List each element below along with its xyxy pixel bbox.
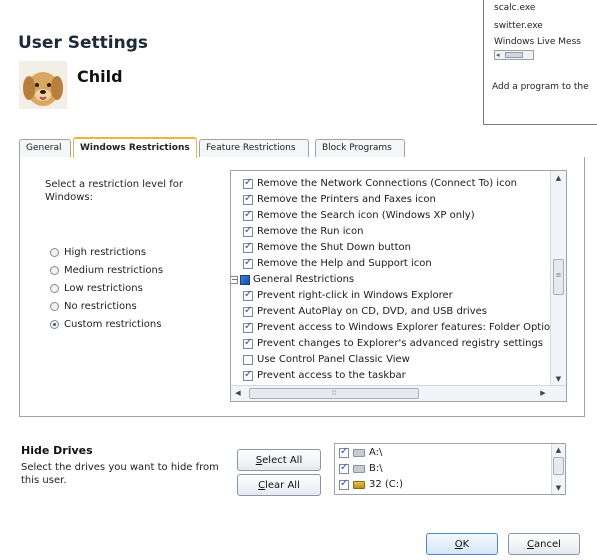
- item-label: Prevent access to the taskbar: [257, 370, 406, 381]
- ok-button[interactable]: OK: [426, 533, 498, 555]
- select-all-button[interactable]: Select All: [237, 449, 321, 471]
- tab-block-programs[interactable]: Block Programs: [315, 139, 405, 157]
- radio-dot[interactable]: [50, 302, 59, 311]
- item-checkbox[interactable]: [243, 355, 253, 365]
- tree-vertical-scrollbar[interactable]: ▲ ≡ ▼: [550, 171, 566, 386]
- drive-checkbox[interactable]: [339, 477, 349, 491]
- scroll-down-icon[interactable]: ▼: [551, 372, 566, 386]
- item-label: Remove the Network Connections (Connect …: [257, 178, 518, 189]
- drive-list-scrollbar[interactable]: ▲ ▼: [551, 444, 565, 494]
- collapse-icon[interactable]: −: [231, 276, 238, 284]
- background-window: scalc.exe switter.exe Windows Live Mess …: [483, 0, 597, 125]
- drive-label: 32 (C:): [369, 479, 404, 490]
- user-name: Child: [77, 67, 123, 86]
- item-checkbox[interactable]: [243, 208, 253, 222]
- item-label: Use Control Panel Classic View: [257, 354, 410, 365]
- item-checkbox[interactable]: [243, 368, 253, 382]
- item-checkbox[interactable]: [243, 304, 253, 318]
- bg-horizontal-scrollbar[interactable]: ◂: [494, 50, 534, 60]
- clear-all-label: lear All: [265, 480, 300, 491]
- drive-label: B:\: [369, 463, 383, 474]
- restriction-prompt: Select a restriction level for Windows:: [45, 179, 183, 203]
- item-label: Remove the Printers and Faxes icon: [257, 194, 436, 205]
- item-label: Prevent AutoPlay on CD, DVD, and USB dri…: [257, 306, 487, 317]
- tab-windows-restrictions[interactable]: Windows Restrictions: [73, 137, 197, 158]
- scroll-up-icon[interactable]: ▲: [552, 444, 565, 456]
- item-label: Remove the Help and Support icon: [257, 258, 432, 269]
- drive-list[interactable]: A:\ B:\ 32 (C:) ▲ ▼: [334, 443, 566, 495]
- cancel-accel: C: [527, 539, 535, 550]
- cancel-button[interactable]: Cancel: [508, 533, 580, 555]
- item-label: Remove the Shut Down button: [257, 242, 411, 253]
- radio-label: Medium restrictions: [64, 265, 164, 276]
- hard-drive-icon: [353, 481, 365, 489]
- radio-dot-selected[interactable]: [50, 320, 59, 329]
- restrictions-tree[interactable]: Remove the Network Connections (Connect …: [230, 170, 567, 402]
- select-all-label: elect All: [262, 455, 303, 466]
- item-checkbox[interactable]: [243, 320, 253, 334]
- scroll-left-icon[interactable]: ◀: [231, 386, 245, 401]
- item-checkbox[interactable]: [243, 224, 253, 238]
- scroll-thumb[interactable]: ≡: [553, 259, 564, 295]
- tree-horizontal-scrollbar[interactable]: ◀ ⦙⦙⦙ ▶: [231, 385, 566, 401]
- bg-list-item[interactable]: Windows Live Mess: [494, 37, 581, 47]
- item-checkbox[interactable]: [243, 256, 253, 270]
- group-label: General Restrictions: [253, 274, 355, 285]
- hide-drives-description: Select the drives you want to hide from …: [21, 462, 219, 486]
- group-folder-icon: [240, 275, 250, 285]
- item-checkbox[interactable]: [243, 176, 253, 190]
- radio-dot[interactable]: [50, 266, 59, 275]
- item-label: Remove the Search icon (Windows XP only): [257, 210, 475, 221]
- hide-drives-heading: Hide Drives: [21, 444, 93, 457]
- scroll-thumb[interactable]: ⦙⦙⦙: [249, 388, 419, 399]
- radio-label: No restrictions: [64, 301, 137, 312]
- item-label: Prevent right-click in Windows Explorer: [257, 290, 453, 301]
- bg-list-item[interactable]: switter.exe: [494, 21, 543, 31]
- item-label: Remove the Run icon: [257, 226, 364, 237]
- scroll-down-icon[interactable]: ▼: [552, 482, 565, 494]
- floppy-drive-icon: [353, 465, 365, 473]
- drive-checkbox[interactable]: [339, 461, 349, 475]
- floppy-drive-icon: [353, 449, 365, 457]
- scroll-thumb[interactable]: [553, 457, 564, 475]
- radio-label: High restrictions: [64, 247, 147, 258]
- item-checkbox[interactable]: [243, 240, 253, 254]
- tab-general[interactable]: General: [19, 139, 71, 157]
- drive-label: A:\: [369, 447, 383, 458]
- tab-strip: General Windows Restrictions Feature Res…: [19, 137, 449, 158]
- ok-accel: O: [454, 539, 463, 550]
- radio-label: Custom restrictions: [64, 319, 162, 330]
- dog-avatar: [19, 61, 67, 109]
- item-checkbox[interactable]: [243, 336, 253, 350]
- drive-checkbox[interactable]: [339, 445, 349, 459]
- clear-all-button[interactable]: Clear All: [237, 474, 321, 496]
- item-label: Prevent access to Windows Explorer featu…: [257, 322, 557, 333]
- radio-dot[interactable]: [50, 248, 59, 257]
- radio-dot[interactable]: [50, 284, 59, 293]
- bg-hint-text: Add a program to the: [492, 82, 589, 92]
- bg-list-item[interactable]: scalc.exe: [494, 3, 535, 13]
- ok-label: K: [462, 539, 470, 550]
- tab-feature-restrictions[interactable]: Feature Restrictions: [199, 139, 309, 157]
- radio-label: Low restrictions: [64, 283, 143, 294]
- item-label: Prevent changes to Explorer's advanced r…: [257, 338, 544, 349]
- scroll-right-icon[interactable]: ▶: [536, 386, 550, 401]
- item-checkbox[interactable]: [243, 192, 253, 206]
- cancel-label: ancel: [534, 539, 561, 550]
- scroll-up-icon[interactable]: ▲: [551, 171, 566, 185]
- page-title: User Settings: [18, 33, 148, 53]
- item-checkbox[interactable]: [243, 288, 253, 302]
